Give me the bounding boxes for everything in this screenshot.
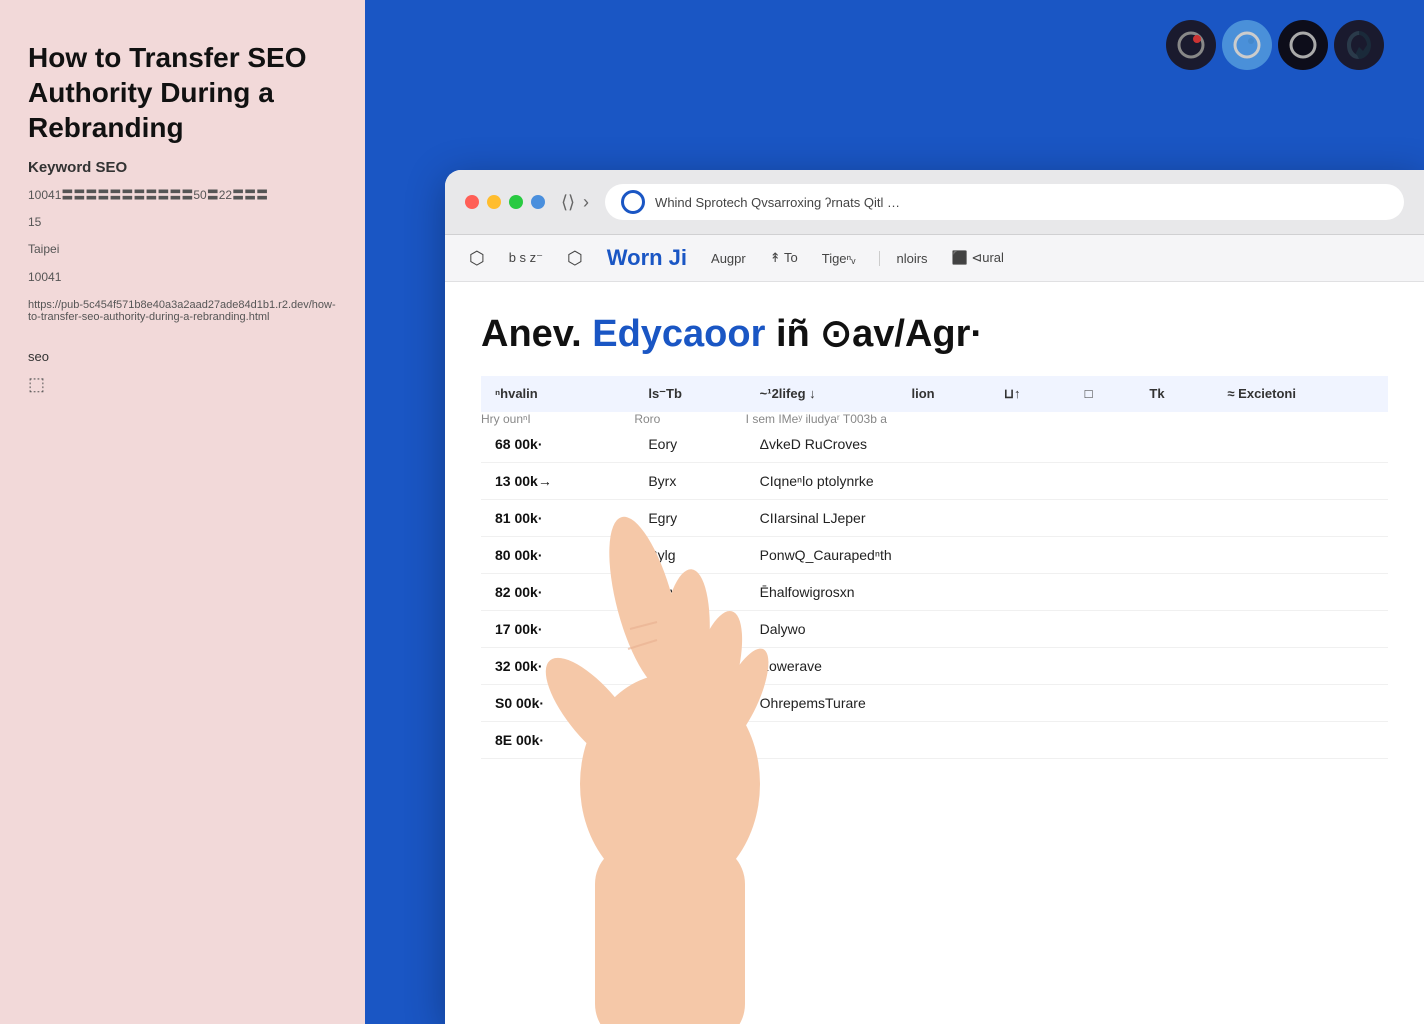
table-row: 32 00k· Bory Eowerave — [481, 647, 1388, 684]
url-text: Whind Sprotech Qvsarroxing ʔrnats Qitl … — [655, 195, 900, 210]
table-row: 17 00k· Rylg Dalywo — [481, 610, 1388, 647]
nav-back[interactable]: ⟨⟩ — [561, 192, 575, 213]
sidebar-url: https://pub-5c454f571b8e40a3a2aad27ade84… — [28, 299, 337, 323]
browser-nav: ⟨⟩ › — [561, 192, 589, 213]
cell-col3-5: Ēhalfowigrosxn — [746, 573, 1388, 610]
sidebar-title: How to Transfer SEO Authority During a R… — [28, 40, 337, 145]
col-header-4: lion — [897, 376, 989, 412]
data-table: ⁿhvalin ls⁻Tb ~¹2lifeg ↓ lion ⊔↑ □ Tk ≈ … — [481, 376, 1388, 759]
table-header: ⁿhvalin ls⁻Tb ~¹2lifeg ↓ lion ⊔↑ □ Tk ≈ … — [481, 376, 1388, 426]
col-header-5: ⊔↑ — [990, 376, 1071, 412]
cell-vol-3: 81 00k· — [481, 499, 634, 536]
top-icon-4 — [1334, 20, 1384, 70]
toolbar-tigenv[interactable]: Tigeⁿᵥ — [822, 251, 856, 266]
table-body: 68 00k· Eory ΔvkeD RuCroves 13 00k→ Byrx… — [481, 426, 1388, 759]
sidebar-meta-line3: Taipei — [28, 240, 337, 259]
url-icon — [621, 190, 645, 214]
toolbar-home[interactable]: ⬡ — [469, 248, 485, 269]
cell-col2-7: Bory — [634, 647, 745, 684]
cell-col3-9 — [746, 721, 1388, 758]
browser-content: Anev. Edycaoor iñ ⊙av/Agr· ⁿhvalin ls⁻Tb… — [445, 282, 1424, 1024]
cell-col3-4: PonwQ_Caurapedⁿth — [746, 536, 1388, 573]
cell-col3-3: CIIarsinal LJeper — [746, 499, 1388, 536]
cell-col3-2: CIqneⁿlo ptolynrke — [746, 462, 1388, 499]
cell-col2-2: Byrx — [634, 462, 745, 499]
col-header-3: ~¹2lifeg ↓ — [746, 376, 898, 412]
cell-col3-7: Eowerave — [746, 647, 1388, 684]
sub-header-2: Roro — [634, 412, 745, 426]
cell-col2-9 — [634, 721, 745, 758]
cell-vol-7: 32 00k· — [481, 647, 634, 684]
cell-col3-6: Dalywo — [746, 610, 1388, 647]
browser-chrome: ⟨⟩ › Whind Sprotech Qvsarroxing ʔrnats Q… — [445, 170, 1424, 235]
sidebar: How to Transfer SEO Authority During a R… — [0, 0, 365, 1024]
cell-vol-8: S0 00k· — [481, 684, 634, 721]
minimize-button[interactable] — [487, 195, 501, 209]
top-icon-3 — [1278, 20, 1328, 70]
table-row: 80 00k· Bylg PonwQ_Caurapedⁿth — [481, 536, 1388, 573]
toolbar-share[interactable]: ⬡ — [567, 248, 583, 269]
toolbar-nloirs[interactable]: nloirs — [879, 251, 927, 266]
content-title: Anev. Edycaoor iñ ⊙av/Agr· — [481, 314, 1388, 356]
col-header-2: ls⁻Tb — [634, 376, 745, 412]
browser-window: ⟨⟩ › Whind Sprotech Qvsarroxing ʔrnats Q… — [445, 170, 1424, 1024]
table-row: 13 00k→ Byrx CIqneⁿlo ptolynrke — [481, 462, 1388, 499]
cell-vol-1: 68 00k· — [481, 426, 634, 463]
table-row: S0 00k· Nillv OhrepemsTurare — [481, 684, 1388, 721]
cell-vol-4: 80 00k· — [481, 536, 634, 573]
cell-col3-1: ΔvkeD RuCroves — [746, 426, 1388, 463]
col-header-7: Tk — [1135, 376, 1213, 412]
cell-col2-5: Bury — [634, 573, 745, 610]
close-button[interactable] — [465, 195, 479, 209]
content-title-rest: iñ ⊙av/Agr· — [765, 313, 983, 355]
table-row: 68 00k· Eory ΔvkeD RuCroves — [481, 426, 1388, 463]
col-header-1: ⁿhvalin — [481, 376, 634, 412]
maximize-button[interactable] — [509, 195, 523, 209]
table-row: 8E 00k· — [481, 721, 1388, 758]
cell-col2-8: Nillv — [634, 684, 745, 721]
extra-button[interactable] — [531, 195, 545, 209]
url-bar[interactable]: Whind Sprotech Qvsarroxing ʔrnats Qitl … — [605, 184, 1404, 220]
toolbar-augpr[interactable]: Augpr — [711, 251, 746, 266]
sidebar-meta-line1: 10041〓〓〓〓〓〓〓〓〓〓〓50〓22〓〓〓 — [28, 186, 337, 205]
top-icon-2 — [1222, 20, 1272, 70]
cell-vol-2: 13 00k→ — [481, 462, 634, 499]
top-icons — [1166, 20, 1384, 70]
browser-toolbar: ⬡ b s z⁻ ⬡ Worn Ji Augpr ↟ To Tigeⁿᵥ nlo… — [445, 235, 1424, 282]
sidebar-subtitle: Keyword SEO — [28, 159, 337, 176]
sub-header-3: I sem IMeʸ iludyaʳ T003b a — [746, 412, 1388, 426]
cell-vol-6: 17 00k· — [481, 610, 634, 647]
cell-col2-4: Bylg — [634, 536, 745, 573]
cell-col2-6: Rylg — [634, 610, 745, 647]
toolbar-item-bsz[interactable]: b s z⁻ — [509, 250, 543, 266]
toolbar-wormdi[interactable]: Worn Ji — [607, 245, 687, 271]
nav-forward[interactable]: › — [583, 192, 589, 213]
sidebar-tag: seo — [28, 349, 337, 364]
cell-col2-1: Eory — [634, 426, 745, 463]
cell-col3-8: OhrepemsTurare — [746, 684, 1388, 721]
traffic-lights — [465, 195, 545, 209]
cell-col2-3: Egry — [634, 499, 745, 536]
table-row: 81 00k· Egry CIIarsinal LJeper — [481, 499, 1388, 536]
table-row: 82 00k· Bury Ēhalfowigrosxn — [481, 573, 1388, 610]
toolbar-ta[interactable]: ↟ To — [770, 250, 798, 266]
main-area: ⟨⟩ › Whind Sprotech Qvsarroxing ʔrnats Q… — [365, 0, 1424, 1024]
top-icon-1 — [1166, 20, 1216, 70]
cell-vol-5: 82 00k· — [481, 573, 634, 610]
cell-vol-9: 8E 00k· — [481, 721, 634, 758]
content-title-plain: Anev. — [481, 313, 592, 355]
toolbar-ural[interactable]: ⬛ ⊲ural — [952, 250, 1004, 266]
sub-header-1: Hry ounⁿI — [481, 412, 634, 426]
sidebar-meta-line2: 15 — [28, 213, 337, 232]
content-title-blue: Edycaoor — [592, 313, 765, 355]
sidebar-meta-line4: 10041 — [28, 268, 337, 287]
sidebar-icon: ⬚ — [28, 374, 337, 395]
col-header-6: □ — [1071, 376, 1136, 412]
col-header-8: ≈ Excietoni — [1213, 376, 1388, 412]
